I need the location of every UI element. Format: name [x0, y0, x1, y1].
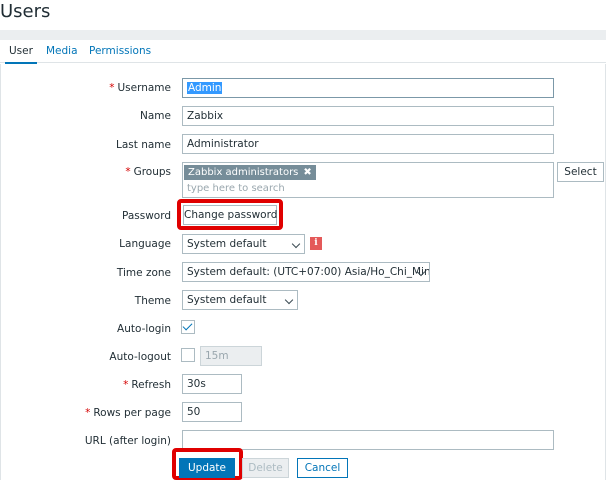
rows-per-page-input[interactable]: 50	[182, 402, 242, 422]
page-title: Users	[0, 1, 51, 22]
chevron-down-icon	[291, 239, 301, 249]
auto-login-checkbox[interactable]	[181, 320, 195, 334]
groups-search-placeholder[interactable]: type here to search	[187, 183, 285, 194]
refresh-input[interactable]: 30s	[182, 374, 242, 394]
time-zone-label: Time zone	[116, 267, 171, 279]
url-after-login-input[interactable]	[182, 430, 554, 450]
chevron-down-icon	[284, 295, 294, 305]
header-band	[0, 30, 606, 40]
remove-chip-icon[interactable]: ✖	[303, 167, 311, 178]
groups-multiselect[interactable]: Zabbix administrators ✖ type here to sear…	[182, 162, 554, 198]
groups-select-button[interactable]: Select	[557, 162, 604, 182]
auto-login-label: Auto-login	[117, 323, 171, 335]
update-button[interactable]: Update	[179, 458, 235, 478]
delete-button: Delete	[242, 458, 289, 478]
time-zone-select[interactable]: System default: (UTC+07:00) Asia/Ho_Chi_…	[182, 262, 430, 282]
group-chip: Zabbix administrators ✖	[184, 165, 316, 180]
checkmark-icon	[182, 320, 193, 331]
theme-select[interactable]: System default	[182, 290, 298, 310]
password-label: Password	[121, 210, 171, 222]
language-label: Language	[119, 238, 171, 250]
rows-per-page-label: * Rows per page	[85, 407, 171, 419]
change-password-button[interactable]: Change password	[183, 205, 277, 225]
auto-logout-checkbox[interactable]	[181, 348, 195, 362]
tab-permissions[interactable]: Permissions	[89, 40, 151, 63]
info-icon[interactable]: i	[310, 237, 322, 250]
name-input[interactable]: Zabbix	[182, 106, 554, 126]
last-name-label: Last name	[116, 139, 171, 151]
url-after-login-label: URL (after login)	[84, 435, 171, 447]
language-select[interactable]: System default	[182, 234, 305, 254]
group-chip-label: Zabbix administrators	[188, 167, 299, 178]
tab-media[interactable]: Media	[46, 40, 78, 63]
groups-label: * Groups	[125, 166, 171, 178]
refresh-label: * Refresh	[123, 379, 171, 391]
auto-logout-input: 15m	[200, 346, 262, 366]
form-panel: * Username Admin Name Zabbix Last name Ad…	[0, 64, 606, 480]
tab-bar: User Media Permissions	[0, 40, 606, 64]
name-label: Name	[140, 110, 171, 122]
cancel-button[interactable]: Cancel	[297, 458, 348, 478]
tab-user[interactable]: User	[5, 40, 37, 64]
username-input[interactable]: Admin	[182, 78, 554, 98]
theme-label: Theme	[134, 295, 171, 307]
last-name-input[interactable]: Administrator	[182, 134, 554, 154]
auto-logout-label: Auto-logout	[109, 351, 171, 363]
username-label: * Username	[109, 82, 171, 94]
